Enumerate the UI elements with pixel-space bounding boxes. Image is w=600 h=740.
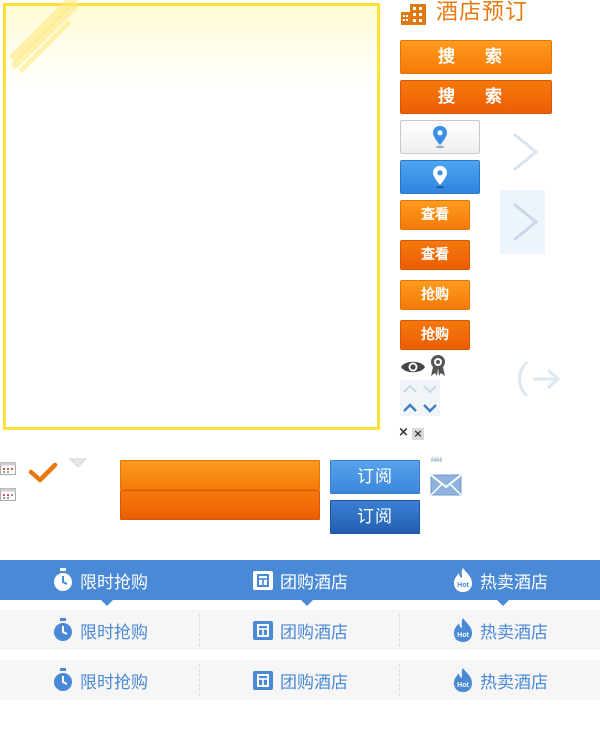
view-button-pressed[interactable]: 查看 <box>400 240 470 270</box>
tab-label: 团购酒店 <box>280 672 348 693</box>
building-icon <box>401 4 426 25</box>
tab-label: 热卖酒店 <box>480 572 548 593</box>
location-button[interactable] <box>400 120 480 154</box>
promo-panel <box>3 0 380 430</box>
group-buy-icon <box>253 621 273 640</box>
location-button-active[interactable] <box>400 160 480 194</box>
tab-label: 热卖酒店 <box>480 672 548 693</box>
view-button[interactable]: 查看 <box>400 200 470 230</box>
hot-badge: Hot <box>457 682 469 689</box>
search-button-pressed[interactable]: 搜 索 <box>400 80 552 114</box>
tab-label: 限时抢购 <box>80 622 148 643</box>
tab-flash-sale[interactable]: 限时抢购 <box>0 560 200 600</box>
tab-pointer <box>101 600 113 606</box>
map-pin-icon <box>433 166 447 189</box>
hot-flame-icon: Hot <box>454 568 472 592</box>
clock-icon <box>54 568 72 591</box>
tab-bar-inactive: 限时抢购 团购酒店 Hot 热卖酒店 <box>0 660 600 700</box>
clock-icon <box>54 618 72 641</box>
map-pin-icon <box>433 126 447 149</box>
subscribe-button[interactable]: 订阅 <box>330 460 420 494</box>
tab-group-buy[interactable]: 团购酒店 <box>200 610 400 650</box>
large-orange-button[interactable] <box>120 460 320 490</box>
sort-arrows[interactable] <box>400 380 440 416</box>
tab-bar-inactive: 限时抢购 团购酒店 Hot 热卖酒店 <box>0 610 600 650</box>
group-buy-icon <box>253 671 273 690</box>
next-arrow-hover[interactable] <box>500 190 545 254</box>
clock-icon <box>54 668 72 691</box>
tab-label: 限时抢购 <box>80 572 148 593</box>
eye-icon <box>401 361 425 373</box>
close-icon[interactable]: × <box>398 426 409 440</box>
tab-label: 团购酒店 <box>280 622 348 643</box>
sort-arrows-icon <box>403 384 437 413</box>
mail-icon[interactable] <box>430 474 462 496</box>
tab-pointer <box>497 600 509 606</box>
grab-button-pressed[interactable]: 抢购 <box>400 320 470 350</box>
tab-label: 热卖酒店 <box>480 622 548 643</box>
close-icon-hover[interactable]: × <box>412 428 424 440</box>
tab-flash-sale[interactable]: 限时抢购 <box>0 610 200 650</box>
dropdown-triangle-icon[interactable] <box>68 458 88 470</box>
chevron-right-icon[interactable] <box>500 120 544 184</box>
tab-hot-hotels[interactable]: Hot 热卖酒店 <box>400 610 600 650</box>
hotel-booking-title: 酒店预订 <box>436 0 529 25</box>
tab-label: 团购酒店 <box>280 572 348 593</box>
tab-pointer <box>301 600 313 606</box>
checkmark-icon <box>28 462 58 483</box>
search-button[interactable]: 搜 索 <box>400 40 552 74</box>
tab-hot-hotels[interactable]: Hot 热卖酒店 <box>400 660 600 700</box>
hot-badge: Hot <box>457 582 469 589</box>
hot-flame-icon: Hot <box>454 618 472 642</box>
tab-hot-hotels[interactable]: Hot 热卖酒店 <box>400 560 600 600</box>
hot-flame-icon: Hot <box>454 668 472 692</box>
exit-arrow-icon[interactable] <box>515 358 563 400</box>
tab-group-buy[interactable]: 团购酒店 <box>200 660 400 700</box>
quote-icon: ❝❝ <box>430 455 443 471</box>
tab-group-buy[interactable]: 团购酒店 <box>200 560 400 600</box>
group-buy-icon <box>253 571 273 590</box>
tab-flash-sale[interactable]: 限时抢购 <box>0 660 200 700</box>
calendar-icon[interactable] <box>0 461 16 475</box>
hot-badge: Hot <box>457 632 469 639</box>
large-orange-button-pressed[interactable] <box>120 490 320 520</box>
award-icon <box>431 355 445 376</box>
subscribe-button-pressed[interactable]: 订阅 <box>330 500 420 534</box>
grab-button[interactable]: 抢购 <box>400 280 470 310</box>
calendar-icon[interactable] <box>0 487 16 501</box>
chevron-right-icon <box>513 202 539 242</box>
tab-label: 限时抢购 <box>80 672 148 693</box>
tab-bar-active: 限时抢购 团购酒店 Hot 热卖酒店 <box>0 560 600 606</box>
